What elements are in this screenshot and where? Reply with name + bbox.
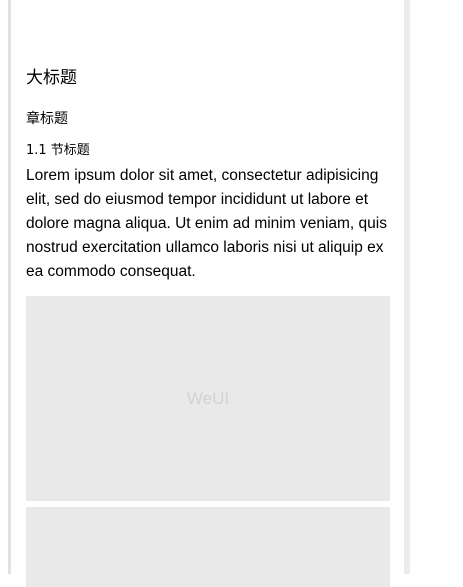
image-placeholder-label: WeUI	[186, 388, 230, 408]
article-panel: 大标题 章标题 1.1 节标题 Lorem ipsum dolor sit am…	[11, 0, 404, 587]
section-title: 1.1 节标题	[26, 143, 90, 158]
chapter-title: 章标题	[26, 111, 68, 127]
article-title: 大标题	[26, 68, 77, 88]
scrollbar-track[interactable]	[404, 0, 410, 574]
image-placeholder-2	[26, 507, 390, 587]
article-paragraph: Lorem ipsum dolor sit amet, consectetur …	[26, 167, 387, 280]
image-placeholder: WeUI	[26, 296, 390, 501]
